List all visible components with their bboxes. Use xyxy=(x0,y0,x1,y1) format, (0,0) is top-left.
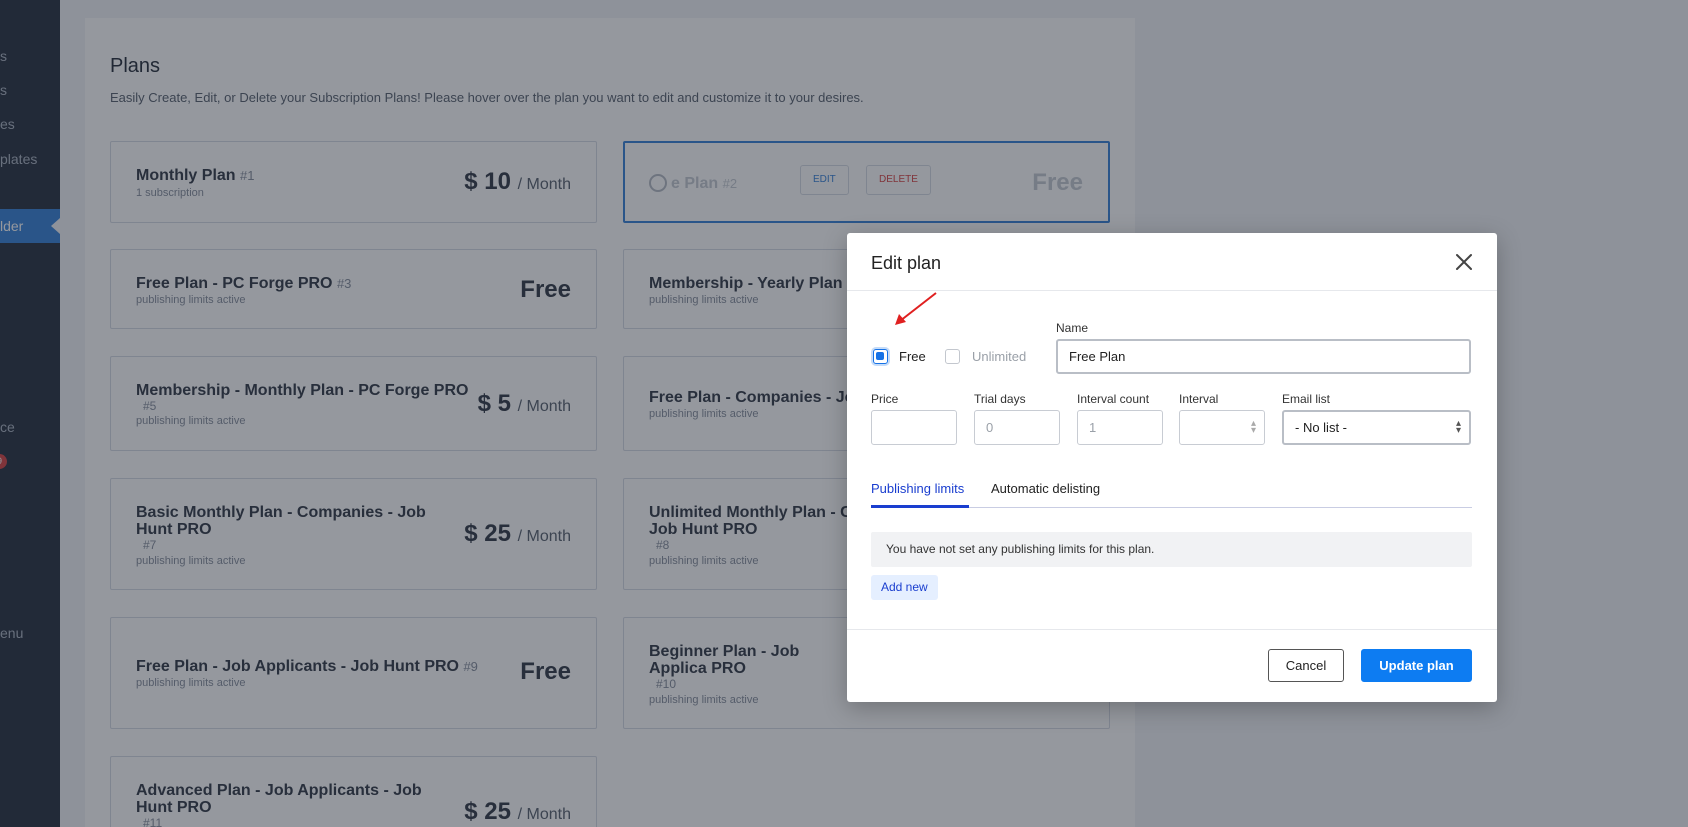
edit-plan-modal: Edit plan Free Unlimited Name Price Tria… xyxy=(847,233,1497,702)
free-checkbox[interactable] xyxy=(873,349,888,364)
close-icon xyxy=(1456,254,1472,270)
unlimited-checkbox-label: Unlimited xyxy=(972,349,1027,364)
price-label: Price xyxy=(871,392,899,406)
select-arrows-icon: ▴ ▾ xyxy=(1455,418,1461,436)
email-list-select[interactable]: - No list - ▴ ▾ xyxy=(1282,410,1471,445)
update-plan-button[interactable]: Update plan xyxy=(1361,649,1472,682)
trial-days-input[interactable] xyxy=(974,410,1060,445)
price-input[interactable] xyxy=(871,410,957,445)
email-list-value: - No list - xyxy=(1295,420,1347,435)
interval-count-label: Interval count xyxy=(1077,392,1150,406)
name-label: Name xyxy=(1056,321,1089,335)
tab-automatic-delisting[interactable]: Automatic delisting xyxy=(991,481,1100,496)
interval-count-input[interactable] xyxy=(1077,410,1163,445)
tab-publishing-limits[interactable]: Publishing limits xyxy=(871,481,964,496)
free-checkbox-label: Free xyxy=(899,349,926,364)
unlimited-checkbox[interactable] xyxy=(945,349,960,364)
trial-days-label: Trial days xyxy=(974,392,1026,406)
annotation-arrow-icon xyxy=(895,292,937,325)
cancel-button[interactable]: Cancel xyxy=(1268,649,1344,682)
name-input[interactable] xyxy=(1056,339,1471,374)
footer-divider xyxy=(847,629,1497,630)
email-list-label: Email list xyxy=(1282,392,1331,406)
add-new-button[interactable]: Add new xyxy=(871,575,938,600)
active-tab-indicator xyxy=(871,505,969,508)
select-arrows-icon: ▴ ▾ xyxy=(1250,418,1256,436)
header-divider xyxy=(847,290,1497,291)
empty-limits-notice: You have not set any publishing limits f… xyxy=(871,532,1472,567)
interval-label: Interval xyxy=(1179,392,1219,406)
close-button[interactable] xyxy=(1451,249,1477,275)
interval-select[interactable]: ▴ ▾ xyxy=(1179,410,1265,445)
modal-title: Edit plan xyxy=(871,253,942,273)
